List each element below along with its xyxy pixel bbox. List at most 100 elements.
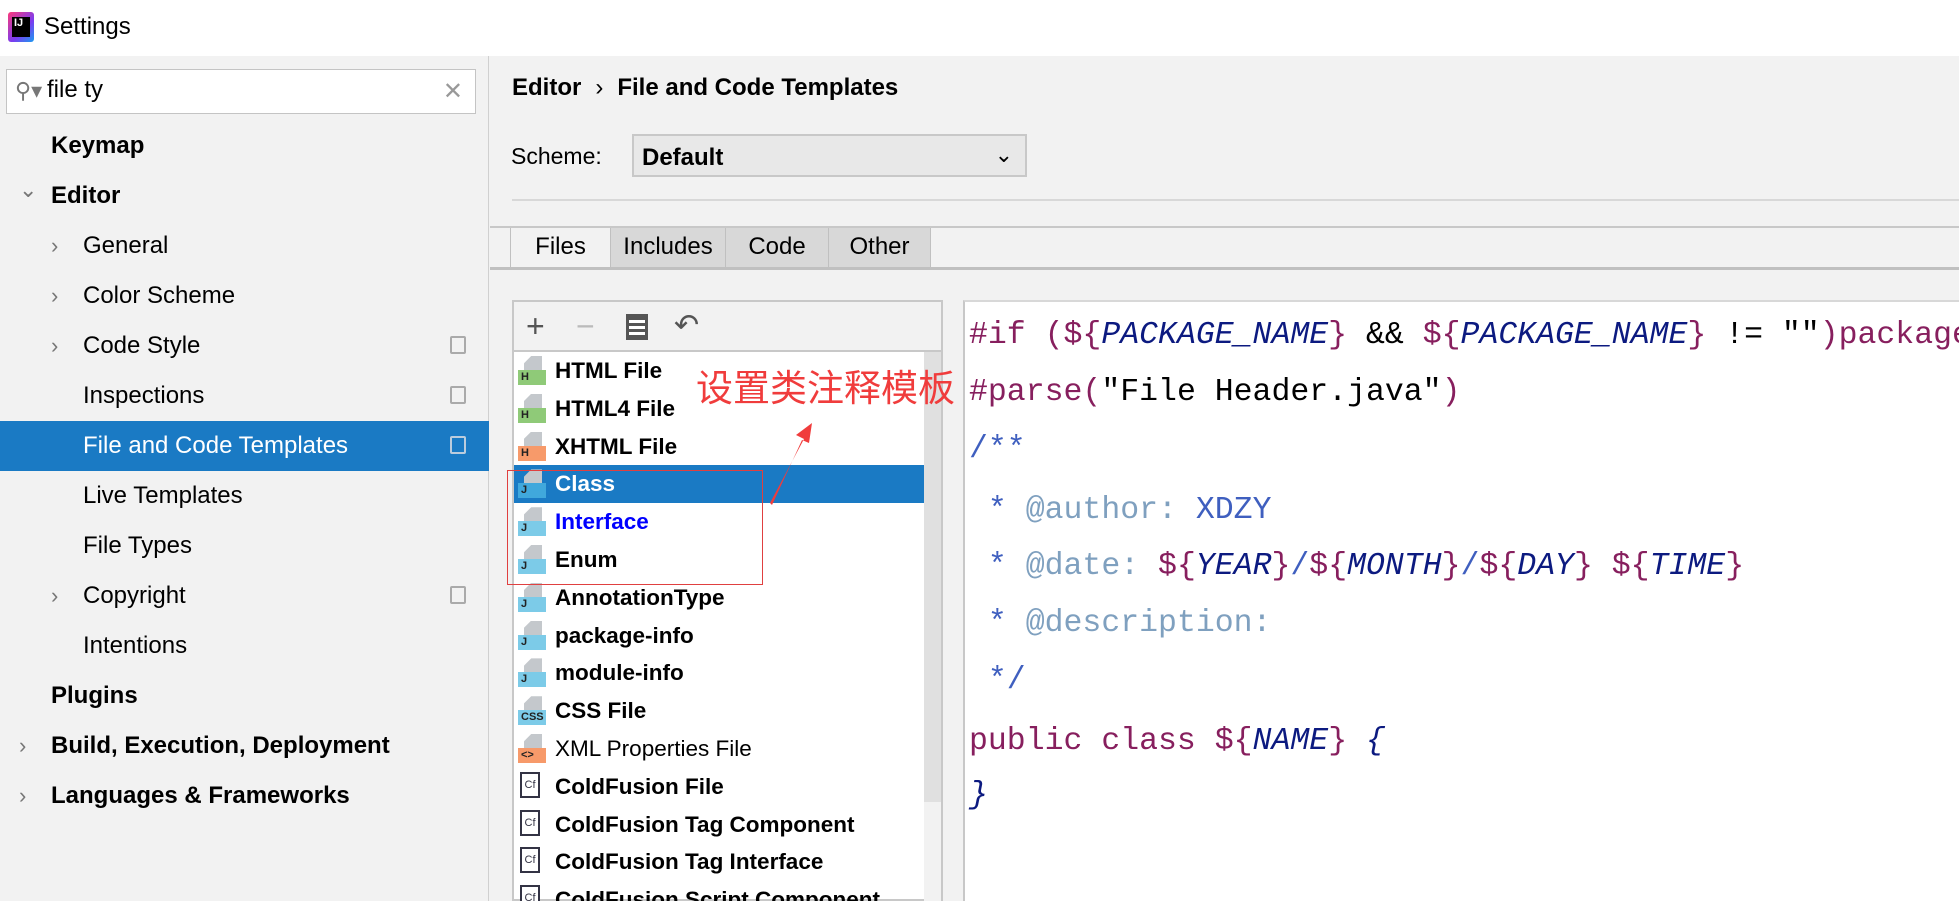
sidebar-item-code-style[interactable]: › Code Style <box>0 321 489 371</box>
chevron-right-icon[interactable]: › <box>51 321 58 371</box>
sidebar-item-editor[interactable]: ⌄ Editor <box>0 171 489 221</box>
code-token: } <box>1328 318 1348 353</box>
code-token: ${ <box>1422 318 1461 353</box>
template-list-item[interactable]: Cf ColdFusion Script Component <box>514 881 922 901</box>
sidebar-item-keymap[interactable]: Keymap <box>0 121 489 171</box>
sidebar-item-label: Keymap <box>51 132 145 159</box>
code-token: ${ <box>1479 549 1518 584</box>
search-icon[interactable]: ⚲▾ <box>15 78 42 104</box>
sidebar-item-label: Plugins <box>51 682 138 709</box>
sidebar-item-label: File Types <box>83 532 192 559</box>
code-token: } <box>1687 318 1707 353</box>
template-name: XHTML File <box>555 433 678 459</box>
sidebar-item-label: Color Scheme <box>83 282 236 309</box>
add-icon[interactable]: + <box>526 308 545 344</box>
code-token: ${ <box>1214 724 1253 759</box>
template-list-item[interactable]: Cf ColdFusion Tag Interface <box>514 843 922 881</box>
code-token: "File Header.java" <box>1101 375 1442 410</box>
sidebar-item-color-scheme[interactable]: › Color Scheme <box>0 271 489 321</box>
code-token: #if ( <box>969 318 1064 353</box>
tab-code[interactable]: Code <box>726 228 829 267</box>
sidebar-item-label: File and Code Templates <box>83 432 349 459</box>
template-list-item[interactable]: H XHTML File <box>514 428 922 466</box>
template-name: module-info <box>555 660 684 686</box>
code-token: MONTH <box>1347 549 1442 584</box>
code-line: /** <box>969 430 1026 470</box>
undo-icon[interactable]: ↶ <box>674 308 699 344</box>
code-token: { <box>1347 724 1385 759</box>
chevron-right-icon[interactable]: › <box>51 571 58 621</box>
template-list-item[interactable]: Jmodule-info <box>514 654 922 692</box>
code-token: ) <box>1441 375 1461 410</box>
code-token: PACKAGE_NAME <box>1101 318 1329 353</box>
template-code-editor[interactable]: #if (${PACKAGE_NAME} && ${PACKAGE_NAME} … <box>963 300 1959 901</box>
sidebar-item-live-templates[interactable]: Live Templates <box>0 471 489 521</box>
code-token: #parse <box>969 375 1083 410</box>
scheme-dropdown[interactable]: Default ⌄ <box>632 134 1027 177</box>
code-token: } <box>1573 549 1593 584</box>
chevron-right-icon[interactable]: › <box>19 721 26 771</box>
code-token: PACKAGE_NAME <box>1460 318 1688 353</box>
chevron-down-icon[interactable]: ⌄ <box>19 165 37 215</box>
code-token: * <box>969 606 1026 641</box>
template-name: ColdFusion Tag Component <box>555 811 855 837</box>
list-scrollbar[interactable] <box>924 352 941 901</box>
copy-icon[interactable] <box>626 314 648 340</box>
template-list-item[interactable]: <> XML Properties File <box>514 730 922 768</box>
sidebar-item-label: Languages & Frameworks <box>51 782 350 809</box>
code-token: NAME <box>1252 724 1329 759</box>
sidebar-item-inspections[interactable]: Inspections <box>0 371 489 421</box>
sidebar-item-label: Live Templates <box>83 482 243 509</box>
scrollbar-thumb[interactable] <box>924 352 941 802</box>
code-token: } <box>1271 549 1291 584</box>
coldfusion-file-icon: Cf <box>520 847 540 874</box>
code-token: @description: <box>1025 606 1272 641</box>
template-name: ColdFusion Tag Interface <box>555 849 824 875</box>
project-level-icon <box>450 586 466 604</box>
template-list-item[interactable]: CSS CSS File <box>514 692 922 730</box>
sidebar-item-general[interactable]: › General <box>0 221 489 271</box>
code-line: } <box>969 776 988 816</box>
code-token: } <box>1328 724 1348 759</box>
search-field[interactable]: ⚲▾ ✕ <box>6 69 476 114</box>
code-token: /** <box>969 432 1026 467</box>
sidebar-item-intentions[interactable]: Intentions <box>0 621 489 671</box>
code-token: TIME <box>1649 549 1726 584</box>
file-type-icon: J <box>518 658 546 688</box>
sidebar-item-label: General <box>83 232 169 259</box>
search-input[interactable] <box>47 76 427 104</box>
template-list-item[interactable]: Cf ColdFusion Tag Component <box>514 806 922 844</box>
chevron-right-icon[interactable]: › <box>19 771 26 821</box>
sidebar-item-build-execution-deployment[interactable]: › Build, Execution, Deployment <box>0 721 489 771</box>
sidebar-item-languages-frameworks[interactable]: › Languages & Frameworks <box>0 771 489 821</box>
tab-includes[interactable]: Includes <box>611 228 726 267</box>
code-token: @date: <box>1025 549 1140 584</box>
project-level-icon <box>450 336 466 354</box>
scheme-label: Scheme: <box>511 143 602 169</box>
sidebar-item-label: Editor <box>51 182 121 209</box>
breadcrumb-parent[interactable]: Editor <box>512 74 581 101</box>
sidebar-item-plugins[interactable]: Plugins <box>0 671 489 721</box>
breadcrumb-separator: › <box>595 74 604 101</box>
chevron-right-icon[interactable]: › <box>51 221 58 271</box>
remove-icon[interactable]: − <box>576 308 595 344</box>
code-line: public class ${NAME} { <box>969 722 1385 762</box>
code-token: * <box>969 549 1026 584</box>
sidebar-item-copyright[interactable]: › Copyright <box>0 571 489 621</box>
code-token: } <box>1441 549 1461 584</box>
file-type-icon: <> <box>518 734 546 764</box>
sidebar-item-label: Code Style <box>83 332 201 359</box>
divider <box>512 199 1959 201</box>
close-icon[interactable]: ✕ <box>443 77 463 106</box>
tab-files[interactable]: Files <box>510 228 611 267</box>
template-name: package-info <box>555 622 694 648</box>
sidebar-item-label: Copyright <box>83 582 186 609</box>
sidebar-item-file-types[interactable]: File Types <box>0 521 489 571</box>
code-token: ${ <box>1592 549 1650 584</box>
sidebar-item-file-and-code-templates[interactable]: File and Code Templates <box>0 421 489 471</box>
template-list-item[interactable]: Cf ColdFusion File <box>514 768 922 806</box>
code-token: ${ <box>1063 318 1102 353</box>
template-list-item[interactable]: Jpackage-info <box>514 617 922 655</box>
tab-other[interactable]: Other <box>829 228 931 267</box>
chevron-right-icon[interactable]: › <box>51 271 58 321</box>
